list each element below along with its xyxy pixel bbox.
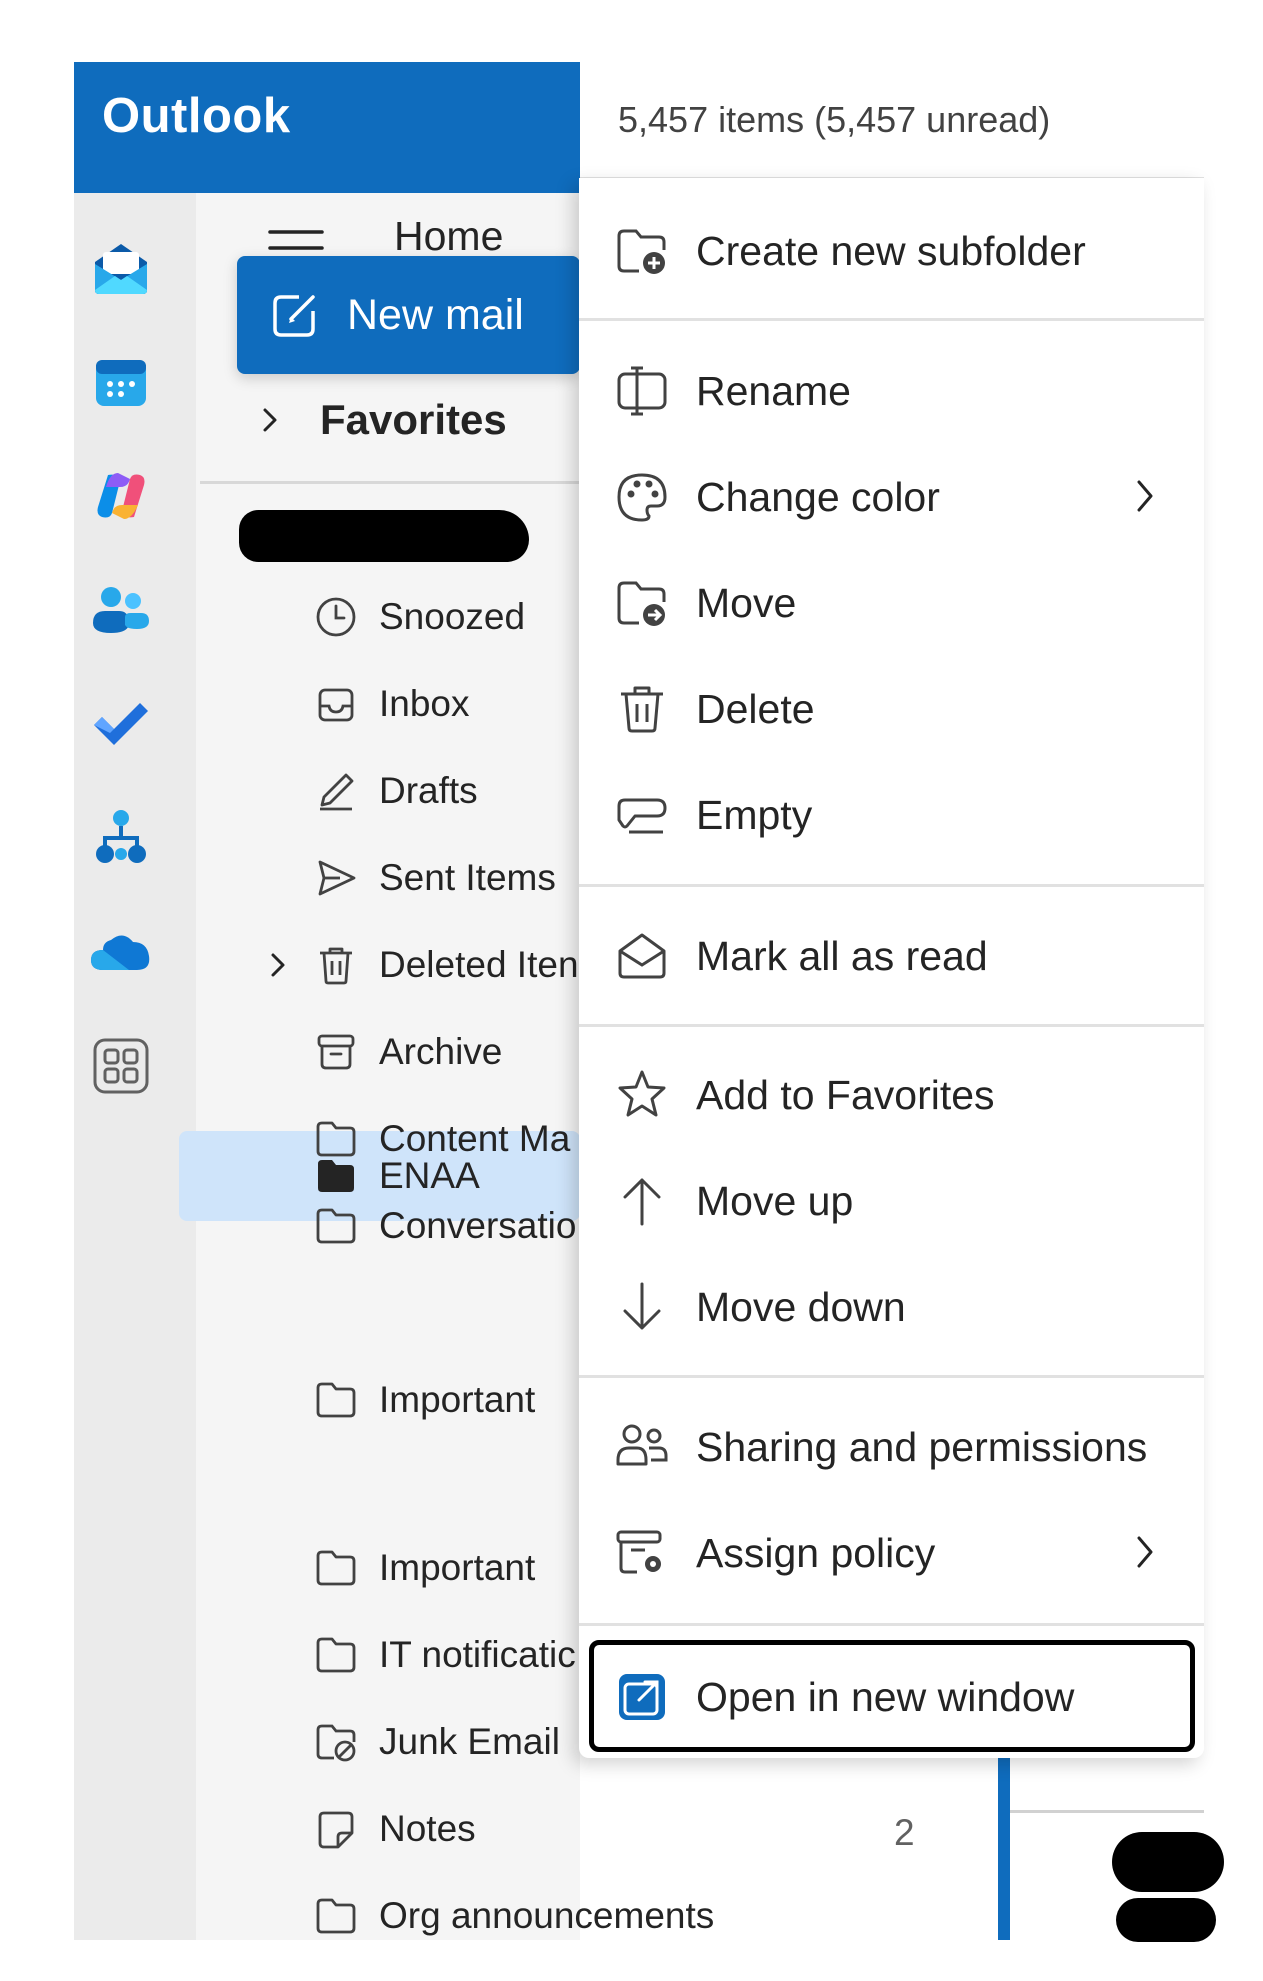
menu-item-add-to-favorites[interactable]: Add to Favorites [579, 1042, 1204, 1146]
folder-label: Sent Items [379, 857, 556, 898]
unread-indicator-bar [998, 1755, 1010, 1940]
folder-label: Important [379, 1379, 536, 1420]
chevron-right-icon [1137, 480, 1153, 512]
divider [1010, 1810, 1204, 1813]
note-icon [318, 1811, 354, 1849]
folder-label: Notes [379, 1808, 476, 1849]
folder-label: Junk Email [379, 1721, 560, 1762]
menu-item-label: Mark all as read [696, 933, 988, 979]
menu-item-mark-all-read[interactable]: Mark all as read [579, 903, 1204, 1007]
menu-item-assign-policy[interactable]: Assign policy [579, 1500, 1204, 1604]
menu-item-label: Move down [696, 1284, 906, 1330]
folder-label: Org announcements [379, 1895, 715, 1936]
folder-add-icon [617, 229, 666, 274]
menu-item-create-subfolder[interactable]: Create new subfolder [579, 198, 1204, 302]
clock-icon [316, 597, 356, 637]
folder-filled-icon [318, 1160, 354, 1192]
menu-item-label: Rename [696, 368, 851, 414]
menu-item-move[interactable]: Move [579, 550, 1204, 654]
chevron-right-icon [1137, 1536, 1153, 1568]
people-share-icon [616, 1424, 668, 1466]
folder-item-org-announcements[interactable]: Org announcements [74, 1876, 874, 1956]
policy-icon [616, 1530, 662, 1574]
send-icon [318, 860, 356, 896]
menu-item-label: Add to Favorites [696, 1072, 995, 1118]
folder-label: Snoozed [379, 596, 526, 637]
menu-item-move-up[interactable]: Move up [579, 1148, 1204, 1252]
menu-item-sharing-permissions[interactable]: Sharing and permissions [579, 1394, 1204, 1498]
menu-item-delete[interactable]: Delete [579, 656, 1204, 760]
pencil-icon [320, 773, 354, 811]
folder-item-deleted-items[interactable]: Deleted Iten [74, 925, 580, 1005]
folder-item-junk-email[interactable]: Junk Email [74, 1702, 580, 1782]
envelope-open-icon [618, 933, 666, 979]
menu-separator [579, 318, 1204, 321]
menu-item-move-down[interactable]: Move down [579, 1254, 1204, 1358]
menu-separator [579, 1024, 1204, 1027]
folder-label: Deleted Iten [379, 944, 579, 985]
menu-item-label: Move [696, 580, 797, 626]
folder-icon [316, 1898, 356, 1934]
subject-redacted [1116, 1898, 1216, 1942]
chevron-right-icon[interactable] [260, 947, 296, 983]
keyboard-focus-ring [589, 1640, 1195, 1752]
menu-item-label: Move up [696, 1178, 854, 1224]
menu-item-label: Empty [696, 792, 813, 838]
menu-item-empty[interactable]: Empty [579, 762, 1204, 866]
folder-item-important[interactable]: Important [74, 1360, 580, 1440]
junk-folder-icon [316, 1724, 356, 1762]
arrow-down-icon [623, 1282, 661, 1330]
folder-item-snoozed[interactable]: Snoozed [74, 577, 580, 657]
folder-item-important-2[interactable]: Important [74, 1528, 580, 1608]
folder-move-icon [617, 581, 666, 626]
menu-item-label: Delete [696, 686, 815, 732]
folder-item-enaa-content[interactable]: ENAA [74, 1136, 580, 1216]
folder-item-notes[interactable]: Notes [74, 1789, 580, 1869]
inbox-icon [318, 688, 354, 722]
notes-unread-count: 2 [894, 1812, 915, 1853]
menu-item-label: Change color [696, 474, 940, 520]
rename-icon [617, 366, 667, 416]
item-count-label: 5,457 items (5,457 unread) [618, 98, 1051, 140]
trash-icon [621, 686, 663, 733]
folder-context-menu: Create new subfolder Rename Change color… [579, 178, 1204, 1758]
folder-label: Important [379, 1547, 536, 1588]
menu-item-label: Create new subfolder [696, 228, 1086, 274]
palette-icon [617, 473, 667, 522]
star-icon [618, 1070, 666, 1117]
folder-label: Drafts [379, 770, 478, 811]
menu-separator [579, 884, 1204, 887]
archive-icon [317, 1034, 355, 1070]
menu-item-label: Sharing and permissions [696, 1424, 1148, 1470]
trash-icon [320, 947, 352, 985]
eraser-icon [617, 798, 667, 834]
sender-redacted [1112, 1832, 1224, 1892]
folder-item-drafts[interactable]: Drafts [74, 751, 580, 831]
folder-label: IT notificatic [379, 1634, 576, 1675]
folder-label: Archive [379, 1031, 503, 1072]
folder-icon [316, 1550, 356, 1586]
folder-item-it-notifications[interactable]: IT notificatic [74, 1615, 580, 1695]
folder-icon [316, 1637, 356, 1673]
folder-label: Inbox [379, 683, 470, 724]
menu-item-rename[interactable]: Rename [579, 338, 1204, 442]
menu-separator [579, 1623, 1204, 1626]
menu-separator [579, 1375, 1204, 1378]
folder-label: ENAA [379, 1155, 480, 1196]
menu-item-change-color[interactable]: Change color [579, 444, 1204, 548]
menu-item-label: Assign policy [696, 1530, 936, 1576]
folder-item-sent-items[interactable]: Sent Items [74, 838, 580, 918]
folder-item-inbox[interactable]: Inbox [74, 664, 580, 744]
folder-icon [316, 1382, 356, 1418]
arrow-up-icon [623, 1178, 661, 1226]
folder-item-archive[interactable]: Archive [74, 1012, 580, 1092]
